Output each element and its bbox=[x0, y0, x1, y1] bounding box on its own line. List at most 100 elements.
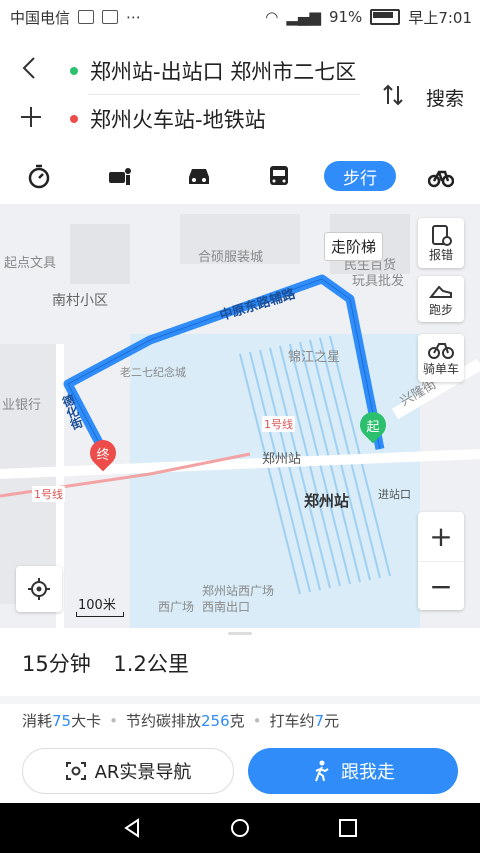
metro-line-label: 1号线 bbox=[262, 416, 295, 432]
map-label: 郑州站 bbox=[262, 452, 302, 467]
system-nav-bar bbox=[0, 803, 480, 853]
metro-line-label: 1号线 bbox=[32, 486, 65, 502]
start-marker-label: 起 bbox=[366, 419, 380, 435]
calories-value: 75 bbox=[52, 711, 72, 730]
add-waypoint-button[interactable] bbox=[18, 104, 44, 130]
carbon-unit: 克 bbox=[229, 712, 245, 730]
carbon-prefix: 节约碳排放 bbox=[125, 712, 201, 730]
follow-me-button[interactable]: 跟我走 bbox=[248, 748, 458, 794]
bike-icon bbox=[428, 170, 454, 188]
map-label: 郑州站西广场 bbox=[202, 584, 275, 598]
route-panel: 郑州站-出站口 郑州市二七区 郑州火车站-地铁站 搜索 bbox=[0, 34, 480, 154]
route-summary: 15分钟 1.2公里 bbox=[22, 648, 205, 678]
end-dot-icon bbox=[70, 115, 78, 123]
map-label: 玩具批发 bbox=[352, 274, 405, 289]
calories-unit: 大卡 bbox=[71, 712, 102, 730]
mode-walk[interactable]: 步行 bbox=[324, 161, 396, 191]
scale-bar bbox=[76, 612, 124, 617]
start-point-label: 郑州站-出站口 郑州市二七区 bbox=[90, 60, 357, 84]
end-point-label: 郑州火车站-地铁站 bbox=[90, 108, 266, 132]
end-point-field[interactable]: 郑州火车站-地铁站 bbox=[70, 104, 266, 134]
end-marker-label: 终 bbox=[96, 447, 110, 463]
report-icon bbox=[432, 224, 452, 246]
map-label: 南村小区 bbox=[52, 293, 108, 309]
distance: 1.2公里 bbox=[113, 652, 189, 676]
recents-nav-icon[interactable] bbox=[338, 818, 358, 838]
scale-label: 100米 bbox=[78, 598, 116, 613]
divider bbox=[88, 94, 360, 95]
taxi-unit: 元 bbox=[324, 712, 340, 730]
wifi-icon: ◠ bbox=[265, 8, 279, 26]
route-summary-panel: 15分钟 1.2公里 消耗 75 大卡 • 节约碳排放 256 克 • 打车约 … bbox=[0, 628, 480, 803]
zoom-in-button[interactable]: + bbox=[418, 512, 464, 561]
follow-me-label: 跟我走 bbox=[341, 762, 395, 783]
taxi-prefix: 打车约 bbox=[269, 712, 315, 730]
bike-icon bbox=[428, 342, 454, 359]
travel-mode-bar: 步行 bbox=[0, 154, 480, 202]
swap-route-button[interactable] bbox=[380, 82, 406, 108]
signal-icon: ▂▄▆ bbox=[286, 8, 321, 26]
stairs-tag: 走阶梯 bbox=[324, 232, 384, 261]
notification-icon bbox=[102, 10, 119, 24]
map-label: 西南出口 bbox=[202, 600, 251, 614]
bike-share-label: 骑单车 bbox=[422, 361, 459, 376]
notification-icon bbox=[78, 10, 95, 24]
ar-icon bbox=[65, 762, 86, 780]
ar-navigation-label: AR实景导航 bbox=[94, 762, 192, 783]
taxi-value: 7 bbox=[314, 711, 325, 730]
zoom-out-button[interactable]: − bbox=[418, 562, 464, 611]
divider bbox=[0, 696, 480, 704]
running-label: 跑步 bbox=[428, 302, 453, 317]
zoom-controls: + − bbox=[418, 512, 464, 610]
map-label: 业银行 bbox=[2, 398, 42, 413]
station-label: 郑州站 bbox=[304, 492, 350, 510]
back-button[interactable] bbox=[18, 56, 42, 80]
map-label: 老二七纪念城 bbox=[120, 366, 186, 379]
drag-handle[interactable] bbox=[228, 632, 252, 635]
report-label: 报错 bbox=[428, 247, 453, 262]
timer-icon bbox=[28, 164, 50, 189]
more-notifications-icon: ⋯ bbox=[126, 8, 142, 26]
duration: 15分钟 bbox=[22, 652, 91, 676]
chevron-left-icon bbox=[22, 57, 35, 79]
map-label: 合硕服装城 bbox=[198, 250, 264, 265]
calories-prefix: 消耗 bbox=[22, 712, 53, 730]
mode-timer[interactable] bbox=[24, 160, 54, 192]
map-view[interactable]: 起点文具 南村小区 合硕服装城 中原东路辅路 民生百货 玩具批发 锦江之星 兴隆… bbox=[0, 204, 480, 628]
ar-navigation-button[interactable]: AR实景导航 bbox=[22, 748, 234, 794]
map-label: 进站口 bbox=[378, 488, 411, 501]
separator-dot: • bbox=[252, 711, 262, 730]
shoe-icon bbox=[429, 285, 452, 298]
bike-share-button[interactable]: 骑单车 bbox=[418, 334, 464, 382]
walk-icon bbox=[315, 760, 329, 782]
swap-icon bbox=[383, 84, 403, 106]
separator-dot: • bbox=[109, 711, 118, 730]
map-label: 西广场 bbox=[158, 600, 195, 614]
map-label: 起点文具 bbox=[4, 256, 57, 271]
running-button[interactable]: 跑步 bbox=[418, 276, 464, 322]
home-nav-icon[interactable] bbox=[230, 818, 250, 838]
clock: 早上7:01 bbox=[408, 8, 472, 27]
battery-icon bbox=[370, 9, 401, 25]
report-error-button[interactable]: 报错 bbox=[418, 218, 464, 268]
back-nav-icon[interactable] bbox=[122, 818, 142, 838]
mode-bus[interactable] bbox=[264, 160, 294, 192]
map-label: 锦江之星 bbox=[288, 350, 341, 365]
car-icon bbox=[189, 169, 209, 184]
mode-bike[interactable] bbox=[426, 160, 456, 192]
start-point-field[interactable]: 郑州站-出站口 郑州市二七区 bbox=[70, 56, 356, 86]
mode-taxi[interactable] bbox=[104, 160, 134, 192]
battery-percent: 91% bbox=[328, 8, 363, 26]
carbon-value: 256 bbox=[201, 711, 230, 730]
status-bar: 中国电信 ⋯ ◠ ▂▄▆ 91% 早上7:01 bbox=[0, 0, 480, 34]
locate-button[interactable] bbox=[16, 566, 62, 612]
search-button[interactable]: 搜索 bbox=[426, 84, 464, 111]
plus-icon bbox=[21, 107, 41, 127]
bus-icon bbox=[270, 166, 288, 185]
mode-car[interactable] bbox=[184, 160, 214, 192]
start-dot-icon bbox=[70, 67, 78, 75]
locate-icon bbox=[28, 578, 50, 600]
taxi-icon bbox=[109, 168, 131, 185]
carrier-label: 中国电信 bbox=[10, 8, 71, 27]
route-stats: 消耗 75 大卡 • 节约碳排放 256 克 • 打车约 7 元 bbox=[22, 710, 339, 731]
